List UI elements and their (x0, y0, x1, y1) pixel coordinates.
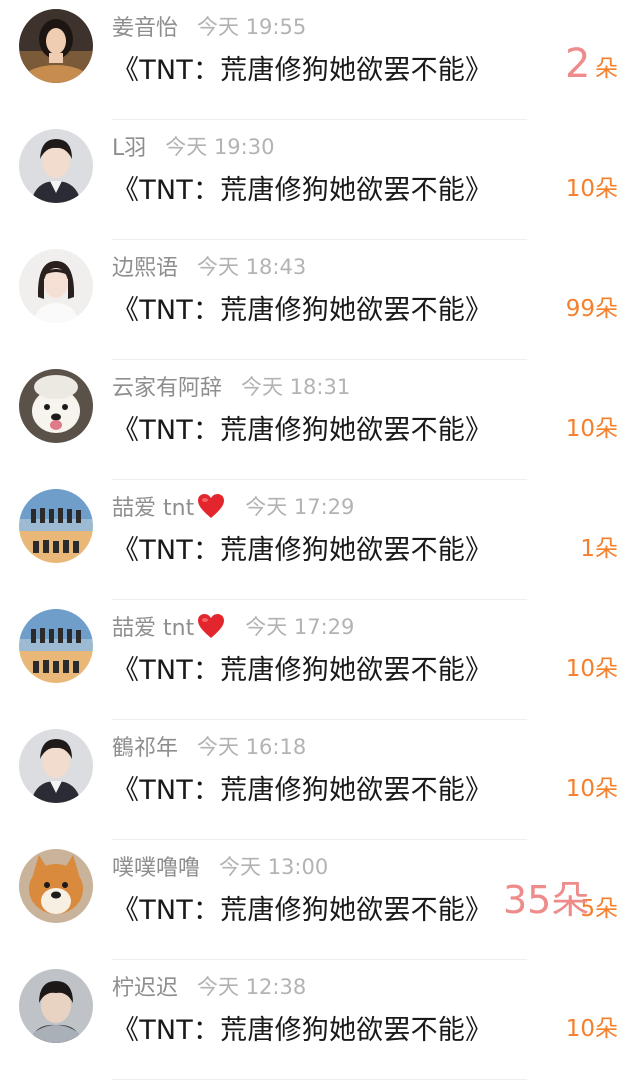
timestamp: 今天 19:55 (197, 15, 307, 39)
timestamp: 今天 17:29 (245, 615, 355, 639)
timestamp: 今天 17:29 (245, 495, 355, 519)
username[interactable]: 姜音怡 (112, 10, 178, 42)
comment-row[interactable]: L羽 今天 19:30 《TNT：荒唐修狗她欲罢不能》 10朵 (0, 120, 640, 240)
comment-meta: 云家有阿辞 今天 18:31 (112, 370, 350, 402)
woman-guitar-avatar[interactable] (19, 9, 93, 83)
comment-meta: 鶴祁年 今天 16:18 (112, 730, 306, 762)
username[interactable]: 喆爱 tnt (112, 610, 194, 642)
comment-meta: L羽 今天 19:30 (112, 130, 274, 162)
comment-text[interactable]: 《TNT：荒唐修狗她欲罢不能》 (112, 168, 492, 207)
gift-count: 1朵 (580, 536, 618, 562)
comment-meta: 姜音怡 今天 19:55 (112, 10, 306, 42)
username[interactable]: 鶴祁年 (112, 730, 178, 762)
handwritten-annotation-first: 2 (565, 40, 595, 88)
username[interactable]: 噗噗噜噜 (112, 850, 200, 882)
gift-count: 10朵 (565, 656, 618, 682)
handwritten-annotation-eighth: 35朵 (503, 878, 590, 922)
username[interactable]: L羽 (112, 130, 146, 162)
comment-text[interactable]: 《TNT：荒唐修狗她欲罢不能》 (112, 768, 492, 807)
comment-text[interactable]: 《TNT：荒唐修狗她欲罢不能》 (112, 288, 492, 327)
gift-count: 10朵 (565, 176, 618, 202)
timestamp: 今天 16:18 (197, 735, 307, 759)
timestamp: 今天 12:38 (197, 975, 307, 999)
red-heart-icon (196, 612, 226, 640)
group-beach-avatar[interactable] (19, 489, 93, 563)
username[interactable]: 喆爱 tnt (112, 490, 194, 522)
comment-meta: 噗噗噜噜 今天 13:00 (112, 850, 328, 882)
gift-count: 10朵 (565, 1016, 618, 1042)
timestamp: 今天 18:43 (197, 255, 307, 279)
comment-meta: 边熙语 今天 18:43 (112, 250, 306, 282)
boy-avatar[interactable] (19, 969, 93, 1043)
timestamp: 今天 18:31 (241, 375, 351, 399)
red-heart-icon (196, 492, 226, 520)
young-man-avatar[interactable] (19, 129, 93, 203)
comment-row[interactable]: 云家有阿辞 今天 18:31 《TNT：荒唐修狗她欲罢不能》 10朵 (0, 360, 640, 480)
dog-with-hat-avatar[interactable] (19, 369, 93, 443)
comment-meta: 柠迟迟 今天 12:38 (112, 970, 306, 1002)
comment-text[interactable]: 《TNT：荒唐修狗她欲罢不能》 (112, 888, 492, 927)
comment-row[interactable]: 喆爱 tnt 今天 17:29 《TNT：荒唐修狗她欲罢不能》 10朵 (0, 600, 640, 720)
username[interactable]: 边熙语 (112, 250, 178, 282)
username[interactable]: 柠迟迟 (112, 970, 178, 1002)
comment-text[interactable]: 《TNT：荒唐修狗她欲罢不能》 (112, 48, 492, 87)
comment-row[interactable]: 鶴祁年 今天 16:18 《TNT：荒唐修狗她欲罢不能》 10朵 (0, 720, 640, 840)
comment-text[interactable]: 《TNT：荒唐修狗她欲罢不能》 (112, 528, 492, 567)
gift-count: 99朵 (565, 296, 618, 322)
group-beach-avatar[interactable] (19, 609, 93, 683)
comment-row[interactable]: 姜音怡 今天 19:55 《TNT：荒唐修狗她欲罢不能》 1朵 (0, 0, 640, 120)
timestamp: 今天 13:00 (219, 855, 329, 879)
comment-row[interactable]: 边熙语 今天 18:43 《TNT：荒唐修狗她欲罢不能》 99朵 (0, 240, 640, 360)
girl-avatar[interactable] (19, 249, 93, 323)
comment-meta: 喆爱 tnt 今天 17:29 (112, 610, 354, 642)
username[interactable]: 云家有阿辞 (112, 370, 222, 402)
gift-count: 10朵 (565, 776, 618, 802)
timestamp: 今天 19:30 (165, 135, 275, 159)
comment-text[interactable]: 《TNT：荒唐修狗她欲罢不能》 (112, 408, 492, 447)
young-man-avatar[interactable] (19, 729, 93, 803)
comment-row[interactable]: 喆爱 tnt 今天 17:29 《TNT：荒唐修狗她欲罢不能》 1朵 (0, 480, 640, 600)
shiba-dog-avatar[interactable] (19, 849, 93, 923)
gift-count: 10朵 (565, 416, 618, 442)
comment-text[interactable]: 《TNT：荒唐修狗她欲罢不能》 (112, 1008, 492, 1047)
comment-text[interactable]: 《TNT：荒唐修狗她欲罢不能》 (112, 648, 492, 687)
comment-row[interactable]: 柠迟迟 今天 12:38 《TNT：荒唐修狗她欲罢不能》 10朵 (0, 960, 640, 1080)
comment-meta: 喆爱 tnt 今天 17:29 (112, 490, 354, 522)
